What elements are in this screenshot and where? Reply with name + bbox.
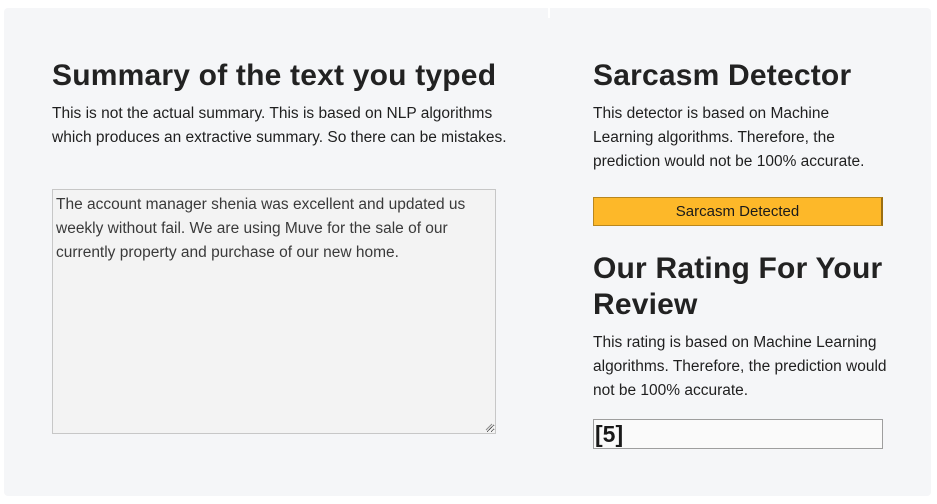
resize-handle-icon[interactable] (485, 423, 493, 431)
sarcasm-description: This detector is based on Machine Learni… (593, 105, 865, 170)
rating-title: Our Rating For Your Review (593, 252, 883, 321)
rating-description: This rating is based on Machine Learning… (593, 334, 887, 399)
rating-value-field[interactable]: [5] (593, 419, 883, 449)
column-divider (548, 8, 550, 18)
sarcasm-title: Sarcasm Detector (593, 59, 852, 92)
summary-description: This is not the actual summary. This is … (52, 105, 507, 146)
rating-section: Our Rating For Your Review This rating i… (593, 251, 893, 403)
sarcasm-result-badge: Sarcasm Detected (593, 197, 883, 226)
summary-title: Summary of the text you typed (52, 59, 497, 92)
summary-text: The account manager shenia was excellent… (56, 196, 466, 261)
summary-section: Summary of the text you typed This is no… (52, 58, 512, 434)
sarcasm-section: Sarcasm Detector This detector is based … (593, 58, 893, 449)
summary-textarea[interactable]: The account manager shenia was excellent… (52, 189, 496, 434)
results-panel: Summary of the text you typed This is no… (4, 8, 931, 496)
